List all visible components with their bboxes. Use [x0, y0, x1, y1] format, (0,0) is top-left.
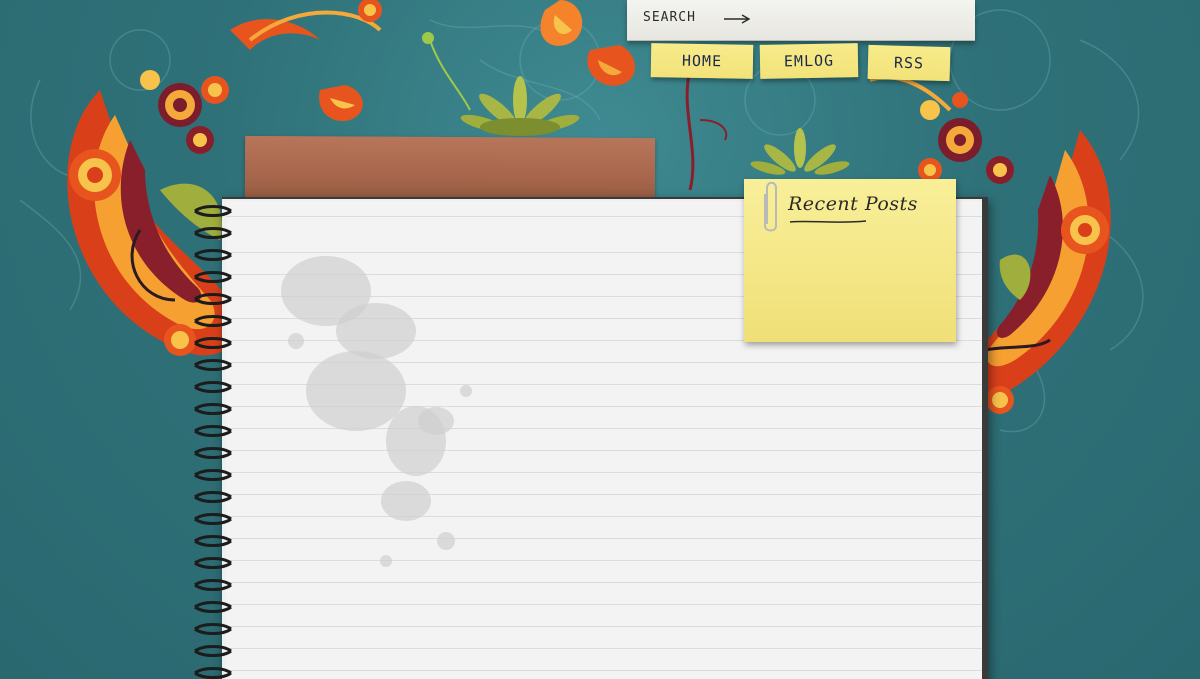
spiral-binding [194, 205, 232, 679]
paperclip-icon [764, 181, 777, 232]
recent-posts-title: Recent Posts [788, 193, 918, 215]
nav-home-link[interactable]: HOME [650, 43, 754, 79]
nav-emlog-link[interactable]: EMLOG [759, 43, 859, 79]
ink-stain-decoration [281, 256, 472, 567]
search-bar[interactable]: SEARCH [627, 0, 975, 41]
nav-rss-link[interactable]: RSS [867, 44, 951, 82]
arrow-right-icon[interactable] [723, 14, 751, 24]
decorative-tape [244, 135, 656, 203]
title-underline [789, 220, 867, 223]
search-label[interactable]: SEARCH [643, 10, 696, 25]
